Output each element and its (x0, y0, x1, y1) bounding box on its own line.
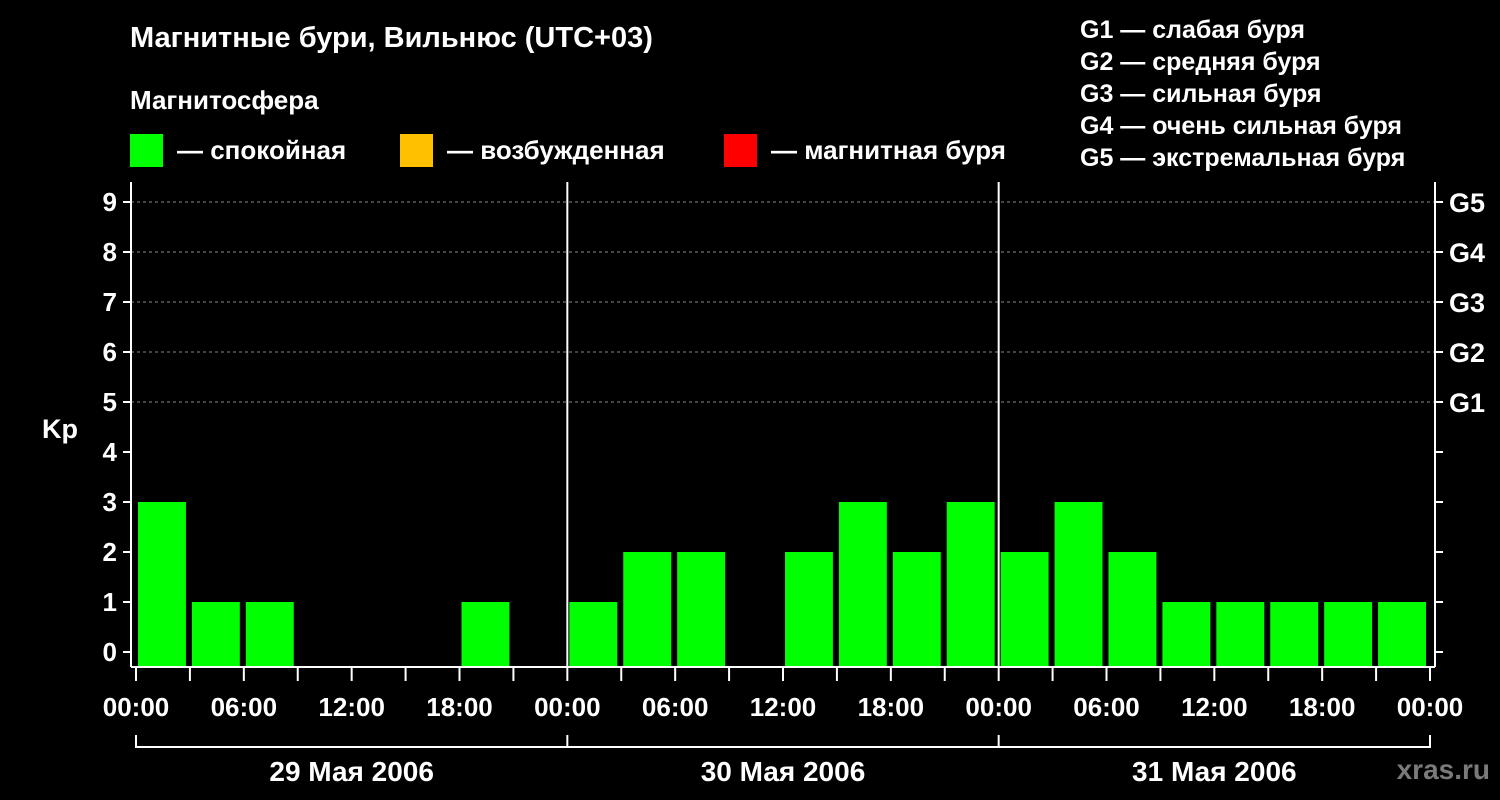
ytick-label-7: 7 (103, 287, 117, 317)
kp-bar-19 (1162, 602, 1211, 667)
kp-bar-2 (245, 602, 294, 667)
day-label-2: 31 Мая 2006 (1132, 756, 1297, 787)
ytick-label-4: 4 (103, 437, 118, 467)
y-axis-title: Kp (42, 414, 78, 444)
right-axis-label-g3: G3 (1449, 288, 1485, 318)
kp-bar-1 (191, 602, 240, 667)
xtick-label-6: 12:00 (750, 692, 817, 722)
kp-bar-16 (1000, 552, 1049, 667)
xtick-label-8: 00:00 (965, 692, 1032, 722)
kp-bar-14 (892, 552, 941, 667)
kp-bar-18 (1108, 552, 1157, 667)
watermark: xras.ru (1396, 754, 1490, 785)
right-axis-label-g2: G2 (1449, 338, 1485, 368)
kp-bar-21 (1270, 602, 1319, 667)
day-label-1: 30 Мая 2006 (701, 756, 866, 787)
kp-bar-8 (569, 602, 618, 667)
xtick-label-4: 00:00 (534, 692, 601, 722)
xtick-label-11: 18:00 (1289, 692, 1356, 722)
xtick-label-7: 18:00 (858, 692, 925, 722)
ytick-label-0: 0 (103, 637, 117, 667)
ytick-label-5: 5 (103, 387, 117, 417)
kp-bar-20 (1216, 602, 1265, 667)
right-axis-label-g5: G5 (1449, 188, 1485, 218)
ytick-label-2: 2 (103, 537, 117, 567)
ytick-label-8: 8 (103, 237, 117, 267)
ytick-label-3: 3 (103, 487, 117, 517)
kp-chart: 0 1 2 3 4 5 6 7 8 9 G1 G2 G3 G4 G5 Kp 00:00 06:00 12:00 18:… (42, 182, 1485, 787)
kp-bar-22 (1324, 602, 1373, 667)
right-axis-label-g4: G4 (1449, 238, 1485, 268)
xtick-label-3: 18:00 (426, 692, 493, 722)
xtick-label-12: 00:00 (1397, 692, 1464, 722)
xtick-label-10: 12:00 (1181, 692, 1248, 722)
kp-bar-0 (138, 502, 186, 667)
kp-bar-12 (785, 552, 833, 667)
kp-bar-9 (623, 552, 672, 667)
kp-bar-23 (1378, 602, 1426, 667)
xtick-label-5: 06:00 (642, 692, 709, 722)
xtick-label-0: 00:00 (103, 692, 170, 722)
kp-bar-6 (461, 602, 510, 667)
right-axis-label-g1: G1 (1449, 388, 1485, 418)
xtick-label-9: 06:00 (1073, 692, 1140, 722)
day-label-0: 29 Мая 2006 (269, 756, 434, 787)
kp-bar-13 (838, 502, 887, 667)
ytick-label-6: 6 (103, 337, 117, 367)
ytick-label-9: 9 (103, 187, 117, 217)
ytick-label-1: 1 (103, 587, 117, 617)
kp-bar-10 (677, 552, 726, 667)
xtick-label-1: 06:00 (211, 692, 278, 722)
kp-bar-15 (946, 502, 995, 667)
xtick-label-2: 12:00 (318, 692, 385, 722)
kp-bar-17 (1054, 502, 1103, 667)
